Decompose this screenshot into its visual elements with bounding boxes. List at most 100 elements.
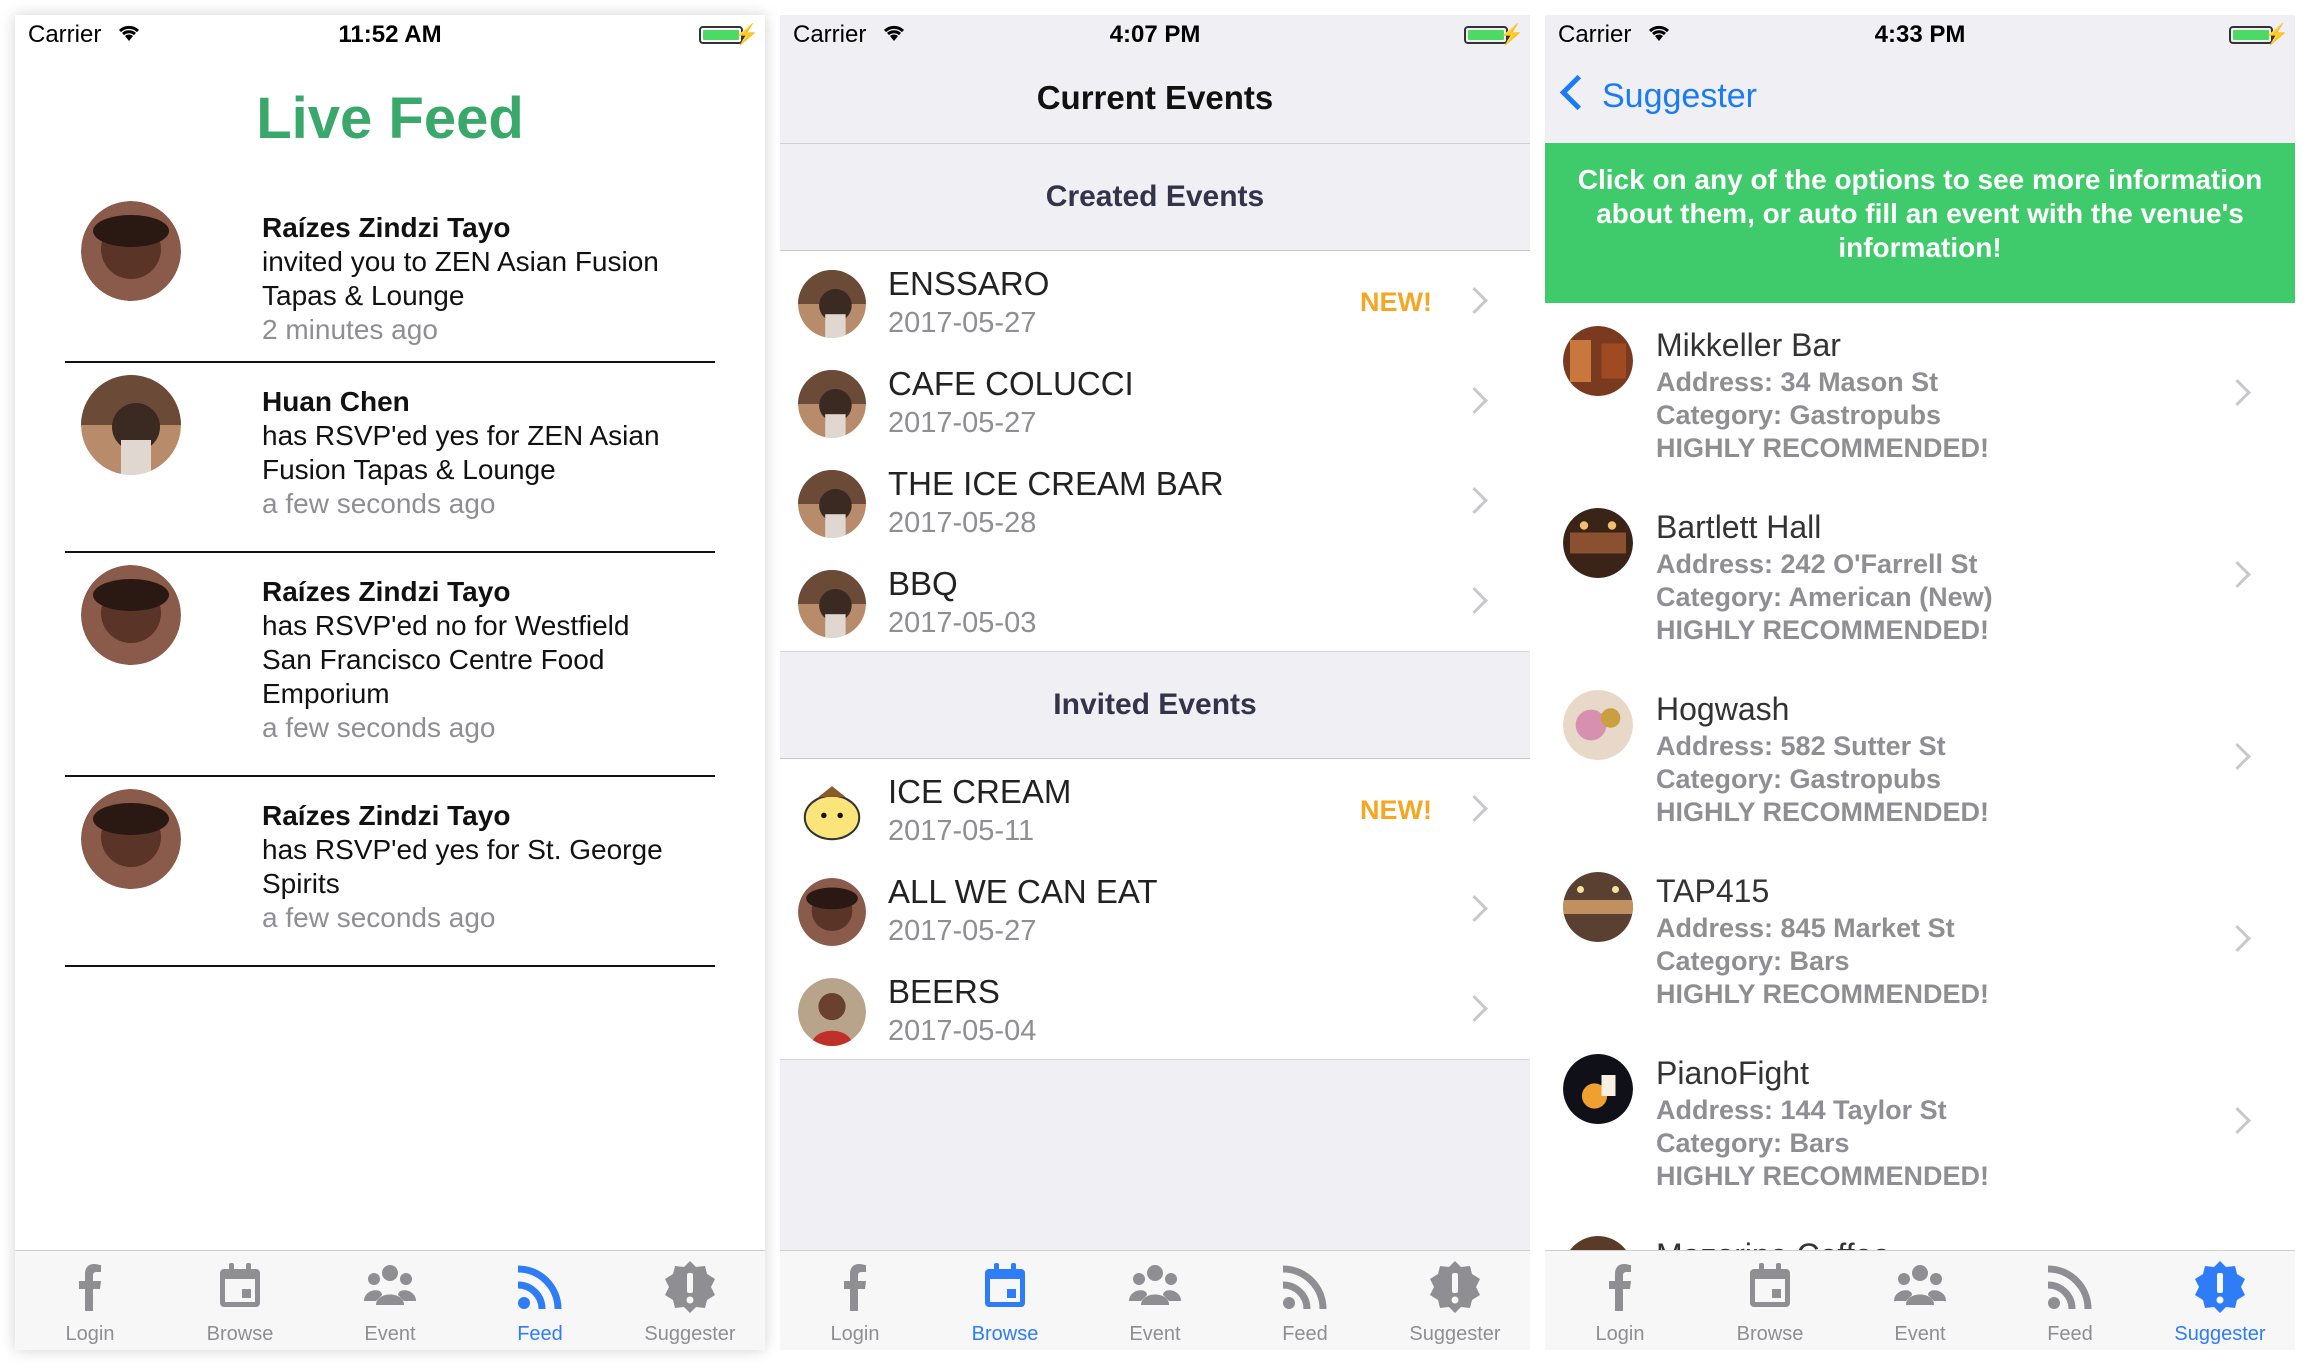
avatar (798, 270, 866, 338)
new-badge: NEW! (1360, 795, 1432, 825)
venue-name: Hogwash (1656, 691, 1790, 727)
suggester-screen: Carrier 4:33 PM ⚡ Suggester Click on any… (1545, 15, 2295, 1350)
status-bar: Carrier 11:52 AM ⚡ (15, 15, 765, 55)
tab-event[interactable]: Event (315, 1251, 465, 1350)
event-name: BBQ (888, 565, 958, 602)
chevron-left-icon (1559, 74, 1596, 111)
event-row[interactable]: ALL WE CAN EAT 2017-05-27 (780, 859, 1530, 960)
calendar-icon (1750, 1263, 1790, 1307)
rss-icon (2047, 1265, 2092, 1310)
chevron-right-icon (1461, 895, 1488, 922)
avatar (1563, 326, 1633, 396)
status-bar: Carrier 4:07 PM ⚡ (780, 15, 1530, 55)
venue-name: PianoFight (1656, 1055, 1809, 1091)
chevron-right-icon (2224, 925, 2251, 952)
tab-browse[interactable]: Browse (1695, 1251, 1845, 1350)
people-icon (1129, 1265, 1181, 1305)
tab-feed[interactable]: Feed (1995, 1251, 2145, 1350)
clock: 11:52 AM (338, 21, 442, 48)
tab-event[interactable]: Event (1845, 1251, 1995, 1350)
charging-icon: ⚡ (1499, 24, 1524, 46)
event-row[interactable]: CAFE COLUCCI 2017-05-27 (780, 351, 1530, 452)
venue-name: Bartlett Hall (1656, 509, 1822, 545)
venue-category: Category: Gastropubs (1656, 400, 1942, 430)
venue-recommendation: HIGHLY RECOMMENDED! (1656, 433, 1990, 463)
people-icon (364, 1265, 416, 1305)
avatar (1563, 690, 1633, 760)
feed-item[interactable]: Huan Chen has RSVP'ed yes for ZEN Asian … (65, 361, 715, 553)
event-row[interactable]: BEERS 2017-05-04 (780, 959, 1530, 1060)
tab-event[interactable]: Event (1080, 1251, 1230, 1350)
feed-item[interactable]: Raízes Zindzi Tayo invited you to ZEN As… (65, 187, 715, 363)
venue-row[interactable]: TAP415 Address: 845 Market St Category: … (1545, 849, 2295, 1032)
tab-feed[interactable]: Feed (1230, 1251, 1380, 1350)
feed-item[interactable]: Raízes Zindzi Tayo has RSVP'ed no for We… (65, 551, 715, 777)
event-name: ENSSARO (888, 265, 1050, 302)
venue-row[interactable]: PianoFight Address: 144 Taylor St Catego… (1545, 1031, 2295, 1214)
calendar-icon (985, 1263, 1025, 1307)
event-row[interactable]: ENSSARO 2017-05-27 NEW! (780, 251, 1530, 352)
venue-row[interactable]: Bartlett Hall Address: 242 O'Farrell St … (1545, 485, 2295, 668)
venue-recommendation: HIGHLY RECOMMENDED! (1656, 979, 1990, 1009)
venue-recommendation: HIGHLY RECOMMENDED! (1656, 797, 1990, 827)
feed-message: has RSVP'ed yes for St. George Spirits (262, 834, 663, 899)
clock: 4:07 PM (1109, 21, 1201, 48)
avatar (798, 370, 866, 438)
venue-address: Address: 144 Taylor St (1656, 1095, 1947, 1125)
event-date: 2017-05-03 (888, 607, 1037, 639)
facebook-icon (79, 1264, 101, 1311)
tab-bar: Login Browse Event Feed Suggester (15, 1250, 765, 1350)
tab-login[interactable]: Login (15, 1251, 165, 1350)
avatar (1563, 1054, 1633, 1124)
tab-suggester[interactable]: Suggester (615, 1251, 765, 1350)
back-button[interactable]: Suggester (1559, 74, 1757, 116)
feed-item[interactable]: Raízes Zindzi Tayo has RSVP'ed yes for S… (65, 775, 715, 967)
feed-message: has RSVP'ed yes for ZEN Asian Fusion Tap… (262, 420, 660, 485)
chevron-right-icon (1461, 995, 1488, 1022)
avatar (81, 375, 181, 475)
avatar (798, 570, 866, 638)
facebook-icon (844, 1264, 866, 1311)
calendar-icon (220, 1263, 260, 1307)
tab-suggester[interactable]: Suggester (1380, 1251, 1530, 1350)
tab-login[interactable]: Login (1545, 1251, 1695, 1350)
charging-icon: ⚡ (2264, 24, 2289, 46)
chevron-right-icon (1461, 287, 1488, 314)
venue-address: Address: 845 Market St (1656, 913, 1955, 943)
tab-suggester[interactable]: Suggester (2145, 1251, 2295, 1350)
venue-row[interactable]: Mikkeller Bar Address: 34 Mason St Categ… (1545, 303, 2295, 486)
new-badge: NEW! (1360, 287, 1432, 317)
event-row[interactable]: ICE CREAM 2017-05-11 NEW! (780, 759, 1530, 860)
event-row[interactable]: BBQ 2017-05-03 (780, 551, 1530, 652)
tab-bar: Login Browse Event Feed Suggester (780, 1250, 1530, 1350)
tab-login[interactable]: Login (780, 1251, 930, 1350)
page-title: Live Feed (256, 86, 524, 151)
event-date: 2017-05-28 (888, 507, 1037, 539)
avatar (798, 978, 866, 1046)
tab-browse[interactable]: Browse (165, 1251, 315, 1350)
venue-category: Category: Gastropubs (1656, 764, 1942, 794)
chevron-right-icon (1461, 795, 1488, 822)
tab-browse[interactable]: Browse (930, 1251, 1080, 1350)
avatar (81, 201, 181, 301)
event-name: ICE CREAM (888, 773, 1072, 810)
event-row[interactable]: THE ICE CREAM BAR 2017-05-28 (780, 451, 1530, 552)
rss-icon (517, 1265, 562, 1310)
chevron-right-icon (1461, 587, 1488, 614)
tab-feed[interactable]: Feed (465, 1251, 615, 1350)
live-feed-screen: Carrier 11:52 AM ⚡ Live Feed Raízes Zind… (15, 15, 765, 1350)
venue-category: Category: Bars (1656, 946, 1850, 976)
info-banner: Click on any of the options to see more … (1545, 143, 2295, 303)
chevron-right-icon (2224, 1107, 2251, 1134)
avatar (1563, 872, 1633, 942)
feed-time: a few seconds ago (262, 488, 496, 519)
venue-address: Address: 242 O'Farrell St (1656, 549, 1978, 579)
people-icon (1894, 1265, 1946, 1305)
section-header-invited: Invited Events (780, 652, 1530, 759)
feed-time: a few seconds ago (262, 712, 496, 743)
venue-row[interactable]: Hogwash Address: 582 Sutter St Category:… (1545, 667, 2295, 850)
avatar (798, 778, 866, 846)
chevron-right-icon (2224, 561, 2251, 588)
venue-address: Address: 34 Mason St (1656, 367, 1939, 397)
chevron-right-icon (1461, 487, 1488, 514)
